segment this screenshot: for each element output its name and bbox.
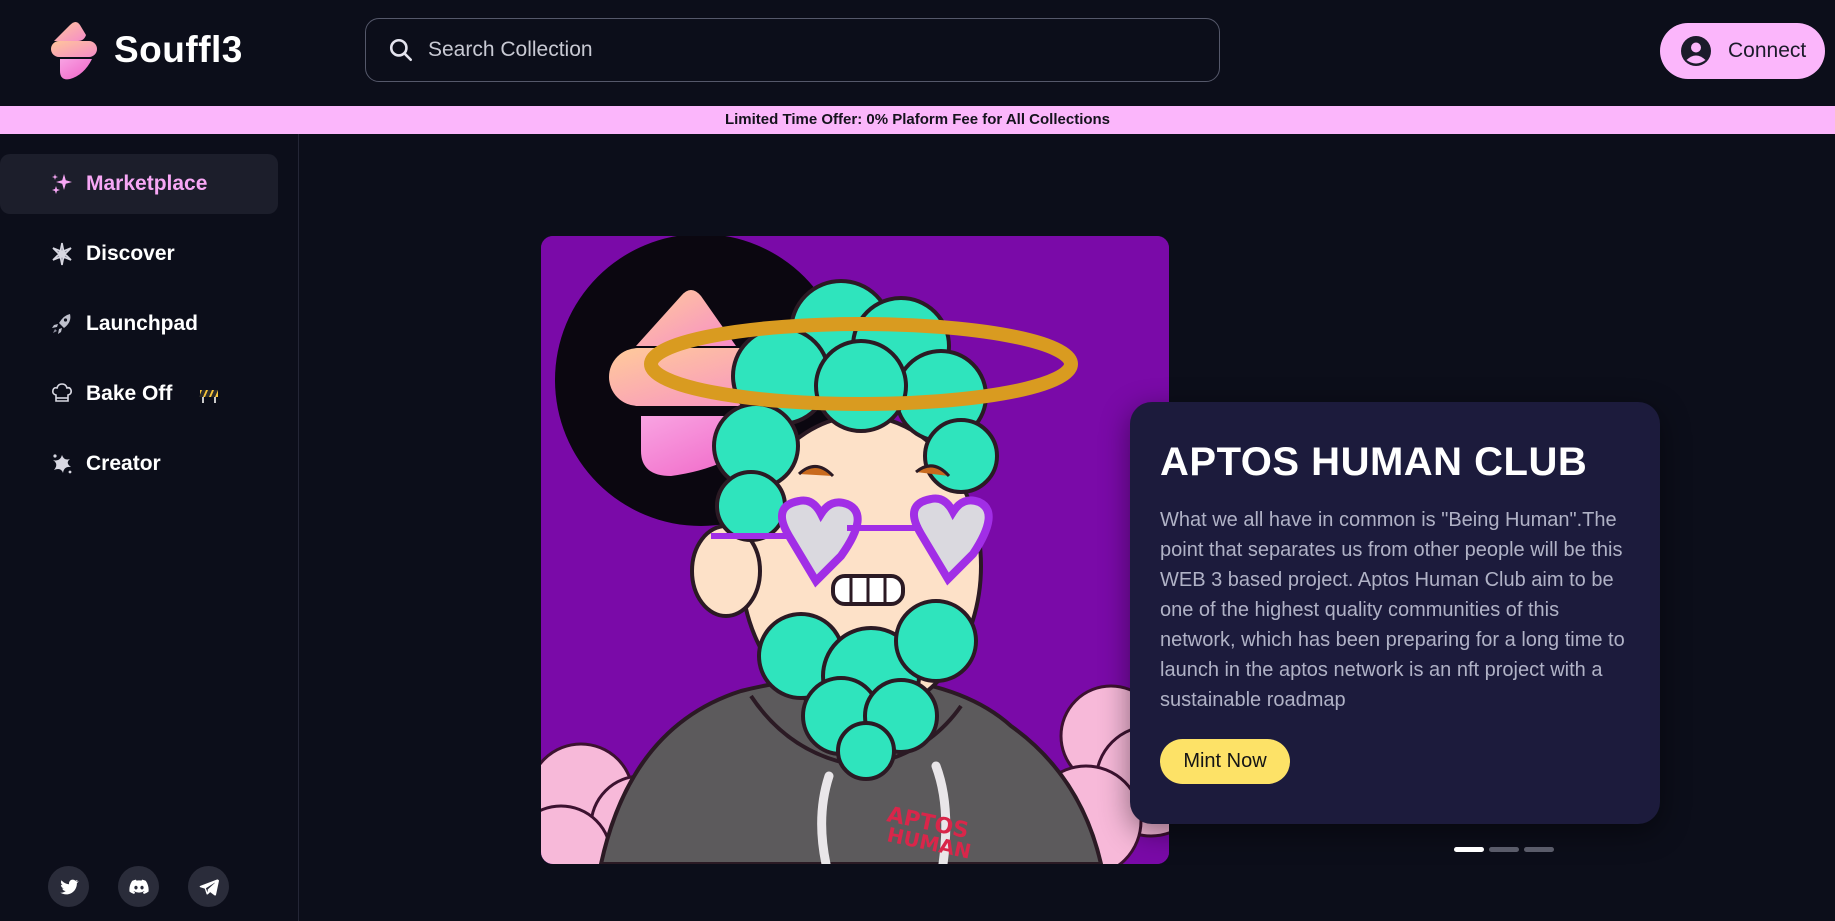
sidebar-item-creator[interactable]: Creator bbox=[0, 434, 278, 494]
twitter-icon bbox=[59, 879, 79, 894]
sidebar: Marketplace Discover Launchpad Bake Off … bbox=[0, 134, 299, 921]
social-links bbox=[48, 866, 229, 907]
sidebar-item-label: Bake Off bbox=[86, 382, 173, 405]
user-avatar-icon bbox=[1681, 36, 1711, 66]
sidebar-item-marketplace[interactable]: Marketplace bbox=[0, 154, 278, 214]
carousel-dot[interactable] bbox=[1489, 847, 1519, 852]
sparkles-icon bbox=[50, 172, 74, 196]
discord-icon bbox=[128, 879, 149, 894]
construction-icon bbox=[199, 390, 219, 403]
app-logo[interactable]: Souffl3 bbox=[48, 19, 243, 81]
carousel-dot[interactable] bbox=[1524, 847, 1554, 852]
search-icon bbox=[389, 38, 413, 62]
telegram-link[interactable] bbox=[188, 866, 229, 907]
chef-hat-icon bbox=[50, 382, 74, 406]
connect-label: Connect bbox=[1728, 39, 1807, 62]
collection-title: APTOS HUMAN CLUB bbox=[1160, 440, 1588, 484]
promo-banner: Limited Time Offer: 0% Plaform Fee for A… bbox=[0, 106, 1835, 134]
sidebar-item-discover[interactable]: Discover bbox=[0, 224, 278, 284]
sidebar-item-label: Discover bbox=[86, 242, 175, 265]
app-name: Souffl3 bbox=[114, 29, 243, 70]
top-header: Souffl3 Connect bbox=[0, 0, 1835, 106]
nft-artwork-image: APTOS HUMAN bbox=[541, 236, 1169, 864]
search-bar[interactable] bbox=[365, 18, 1220, 82]
compass-star-icon bbox=[50, 242, 74, 266]
carousel-dot[interactable] bbox=[1454, 847, 1484, 852]
rocket-icon bbox=[50, 312, 74, 336]
sidebar-item-label: Launchpad bbox=[86, 312, 199, 335]
carousel-indicators bbox=[1454, 847, 1554, 852]
telegram-icon bbox=[199, 878, 219, 896]
souffl3-logo-icon bbox=[51, 22, 97, 80]
creator-splash-icon bbox=[50, 452, 74, 476]
sidebar-item-bake-off[interactable]: Bake Off bbox=[0, 364, 278, 424]
discord-link[interactable] bbox=[118, 866, 159, 907]
sidebar-item-label: Creator bbox=[86, 452, 161, 475]
collection-description: What we all have in common is "Being Hum… bbox=[1160, 509, 1625, 711]
search-input[interactable] bbox=[428, 38, 1188, 62]
sidebar-item-launchpad[interactable]: Launchpad bbox=[0, 294, 278, 354]
connect-wallet-button[interactable]: Connect bbox=[1660, 23, 1825, 79]
featured-collection-card: APTOS HUMAN CLUB What we all have in com… bbox=[1130, 402, 1660, 824]
mint-now-button[interactable]: Mint Now bbox=[1160, 739, 1290, 784]
sidebar-item-label: Marketplace bbox=[86, 172, 208, 195]
twitter-link[interactable] bbox=[48, 866, 89, 907]
featured-nft-image[interactable]: APTOS HUMAN bbox=[541, 236, 1169, 864]
main-content: APTOS HUMAN APTOS HUMAN CLUB What we all… bbox=[300, 134, 1835, 921]
